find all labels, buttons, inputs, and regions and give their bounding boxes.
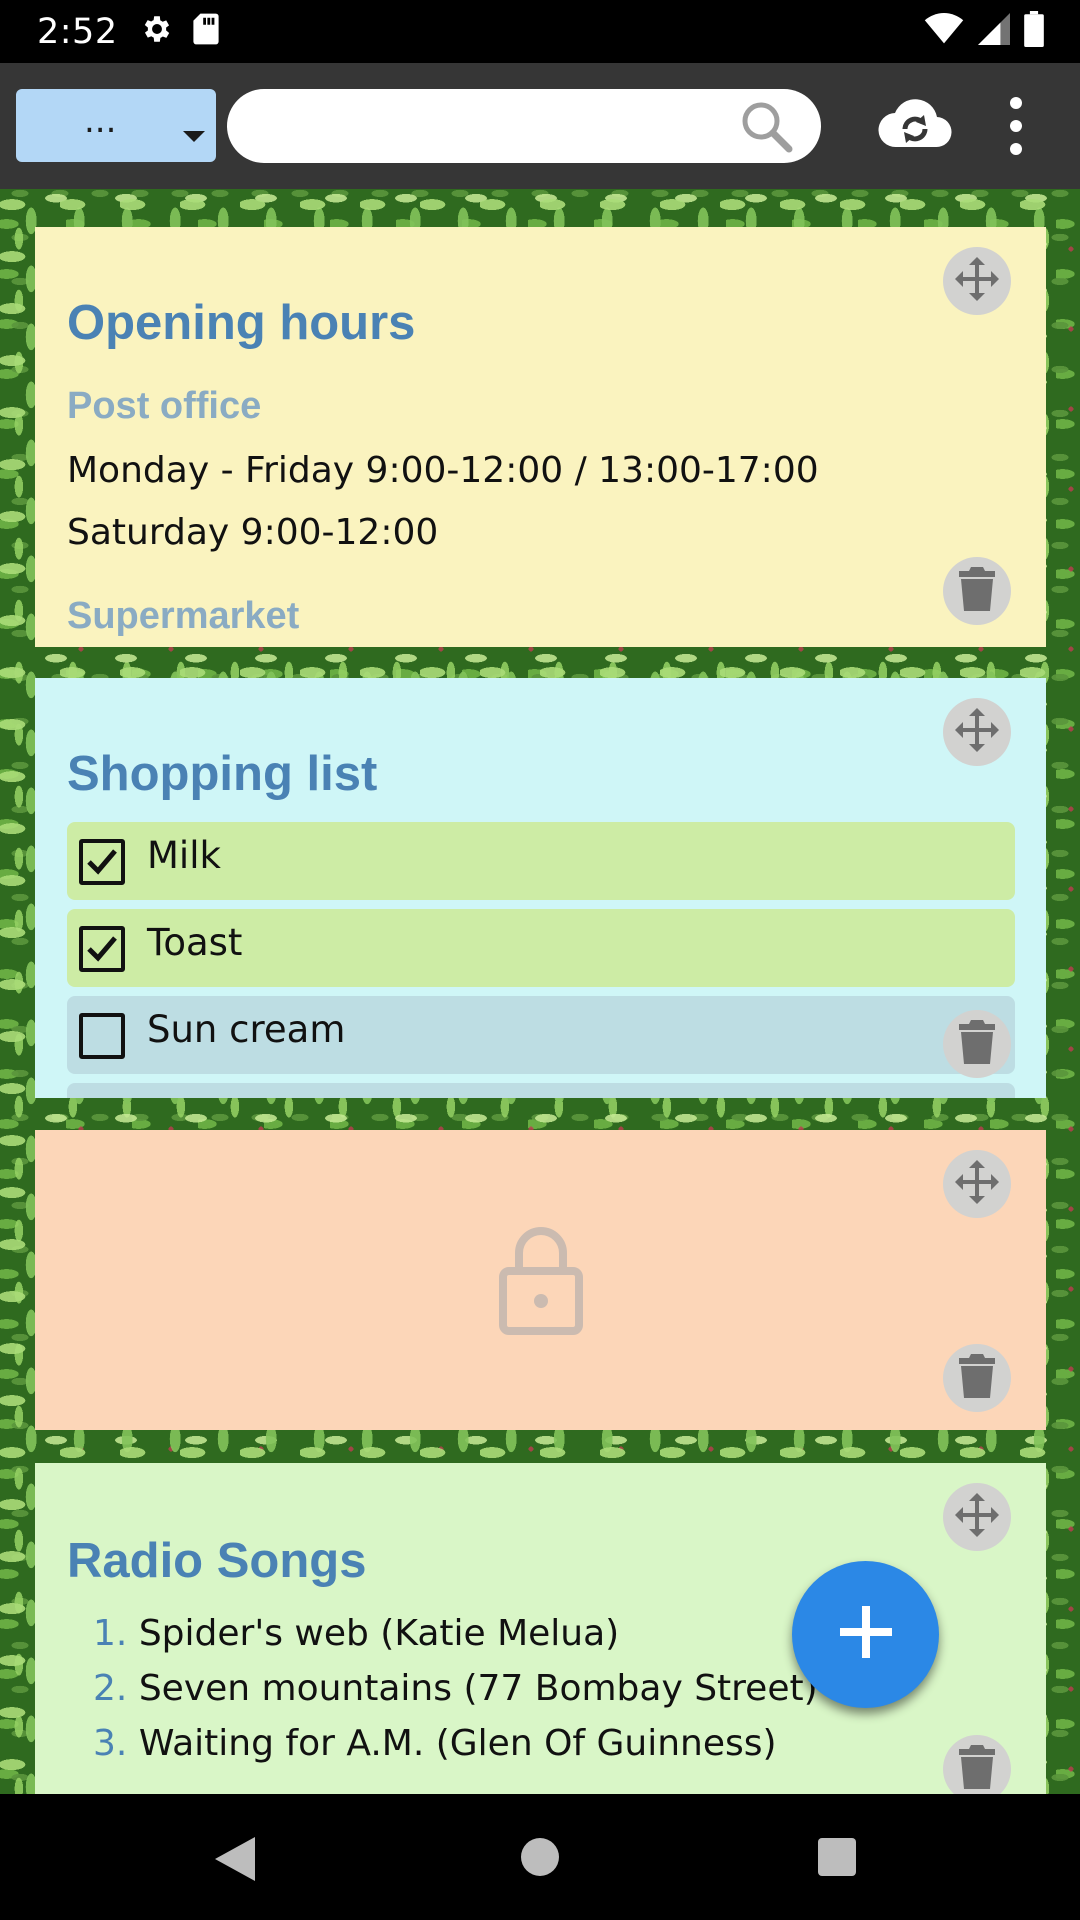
- note-text: Saturday 9:00-12:00: [67, 512, 439, 553]
- note-subtitle: Supermarket: [67, 595, 300, 637]
- status-bar: 2:52: [0, 0, 1080, 63]
- move-icon: [953, 1491, 1001, 1544]
- trash-icon: [957, 566, 997, 616]
- checklist-item[interactable]: Milk: [67, 822, 1015, 900]
- note-opening-hours[interactable]: Opening hours Post office Monday - Frida…: [35, 227, 1046, 647]
- move-icon: [953, 706, 1001, 759]
- checkbox-unchecked[interactable]: [79, 1013, 125, 1059]
- checklist-item: [67, 1083, 1015, 1098]
- move-button[interactable]: [943, 698, 1011, 766]
- note-title: Opening hours: [67, 296, 416, 350]
- note-title: Shopping list: [67, 747, 378, 801]
- checklist-item-label: Toast: [147, 921, 243, 964]
- app-toolbar: ...: [0, 63, 1080, 189]
- chevron-down-icon: [183, 131, 205, 142]
- search-box[interactable]: [227, 89, 821, 163]
- trash-icon: [957, 1019, 997, 1069]
- status-time: 2:52: [37, 11, 118, 52]
- trash-icon: [957, 1353, 997, 1403]
- search-input[interactable]: [257, 89, 737, 163]
- move-button[interactable]: [943, 247, 1011, 315]
- add-note-button[interactable]: [792, 1561, 939, 1708]
- cell-signal-icon: [978, 13, 1010, 50]
- wifi-icon: [924, 13, 964, 50]
- delete-button[interactable]: [943, 1010, 1011, 1078]
- cloud-sync-icon: [877, 97, 953, 156]
- category-dropdown[interactable]: ...: [16, 89, 216, 162]
- checklist-item[interactable]: Toast: [67, 909, 1015, 987]
- checklist-item[interactable]: Sun cream: [67, 996, 1015, 1074]
- gear-icon: [140, 12, 174, 51]
- move-icon: [953, 1158, 1001, 1211]
- search-icon[interactable]: [739, 99, 795, 160]
- move-button[interactable]: [943, 1150, 1011, 1218]
- notes-board[interactable]: Opening hours Post office Monday - Frida…: [0, 189, 1080, 1794]
- back-icon[interactable]: [215, 1837, 257, 1886]
- move-icon: [953, 255, 1001, 308]
- lock-icon: [497, 1223, 585, 1340]
- list-number: 2.: [93, 1668, 128, 1709]
- list-item-text: Seven mountains (77 Bombay Street): [138, 1668, 818, 1709]
- move-button[interactable]: [943, 1483, 1011, 1551]
- home-icon[interactable]: [521, 1838, 559, 1876]
- note-subtitle: Post office: [67, 385, 262, 427]
- note-shopping-list[interactable]: Shopping list Milk Toast Sun cream: [35, 678, 1046, 1098]
- list-item: 2. Seven mountains (77 Bombay Street): [93, 1668, 818, 1709]
- plus-icon: [836, 1602, 896, 1667]
- list-item: 1. Spider's web (Katie Melua): [93, 1613, 619, 1654]
- recents-icon[interactable]: [818, 1838, 856, 1876]
- dropdown-value: ...: [84, 101, 117, 141]
- system-nav-bar: [0, 1794, 1080, 1920]
- checklist-item-label: Milk: [147, 834, 221, 877]
- sync-button[interactable]: [875, 93, 955, 159]
- delete-button[interactable]: [943, 557, 1011, 625]
- battery-icon: [1024, 11, 1044, 52]
- list-item-text: Waiting for A.M. (Glen Of Guinness): [138, 1723, 777, 1764]
- note-title: Radio Songs: [67, 1534, 367, 1588]
- more-options-button[interactable]: [998, 93, 1034, 159]
- trash-icon: [957, 1744, 997, 1794]
- checkbox-checked[interactable]: [79, 839, 125, 885]
- sd-card-icon: [192, 12, 220, 51]
- delete-button[interactable]: [943, 1344, 1011, 1412]
- note-text: Monday - Friday 9:00-12:00 / 13:00-17:00: [67, 450, 819, 491]
- checklist-item-label: Sun cream: [147, 1008, 346, 1051]
- delete-button[interactable]: [943, 1735, 1011, 1794]
- note-locked[interactable]: [35, 1130, 1046, 1430]
- list-number: 1.: [93, 1613, 128, 1654]
- list-item: 3. Waiting for A.M. (Glen Of Guinness): [93, 1723, 777, 1764]
- list-number: 3.: [93, 1723, 128, 1764]
- checkbox-checked[interactable]: [79, 926, 125, 972]
- list-item-text: Spider's web (Katie Melua): [138, 1613, 620, 1654]
